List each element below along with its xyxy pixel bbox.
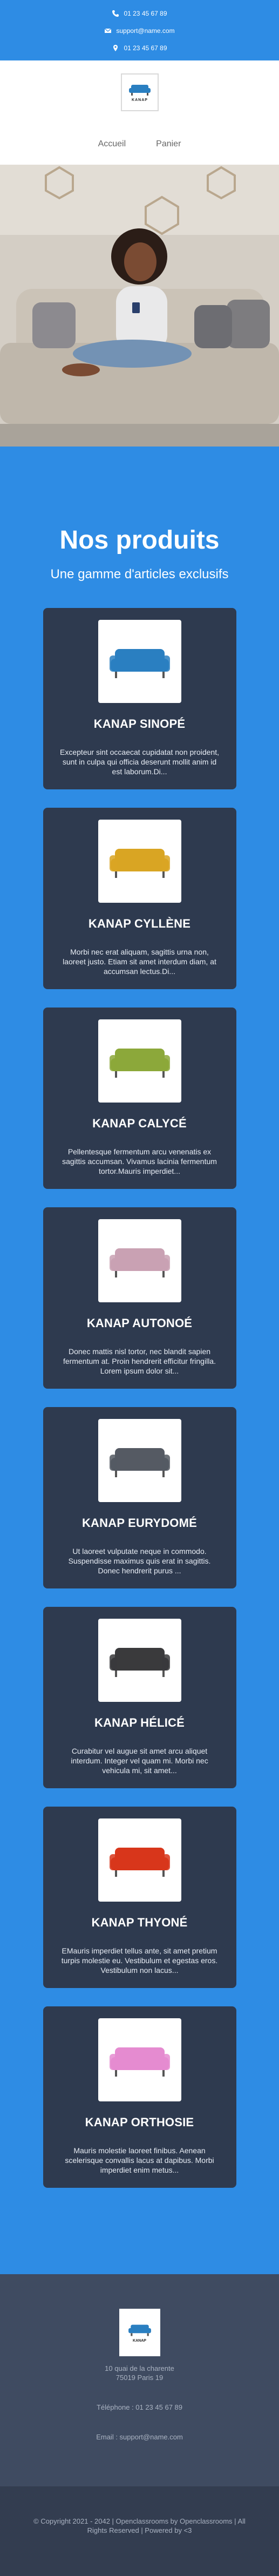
product-name: KANAP CYLLÈNE (88, 917, 191, 930)
product-list: KANAP SINOPÉ Excepteur sint occaecat cupi… (0, 608, 279, 2188)
footer-address-1: 10 quai de la charente (105, 2364, 174, 2372)
footer-logo[interactable]: KANAP (119, 2309, 160, 2356)
contact-address: 01 23 45 67 89 (0, 39, 279, 57)
site-footer: KANAP 10 quai de la charente 75019 Paris… (0, 2274, 279, 2486)
hero-image (0, 165, 279, 447)
sofa-icon (109, 2047, 170, 2077)
products-section: Nos produits Une gamme d'articles exclus… (0, 447, 279, 2274)
contact-bar: 01 23 45 67 89 support@name.com 01 23 45… (0, 0, 279, 60)
product-card[interactable]: KANAP AUTONOÉ Donec mattis nisl tortor, n… (43, 1207, 236, 1389)
sofa-logo-icon (129, 85, 151, 96)
product-name: KANAP HÉLICÉ (94, 1716, 185, 1729)
site-logo[interactable]: KANAP (121, 73, 159, 111)
product-name: KANAP ORTHOSIE (85, 2115, 194, 2129)
contact-phone: 01 23 45 67 89 (0, 5, 279, 22)
product-name: KANAP AUTONOÉ (86, 1316, 193, 1330)
product-card[interactable]: KANAP EURYDOMÉ Ut laoreet vulputate neque… (43, 1407, 236, 1588)
product-card[interactable]: KANAP ORTHOSIE Mauris molestie laoreet fi… (43, 2006, 236, 2188)
products-subtitle: Une gamme d'articles exclusifs (50, 567, 229, 582)
sofa-icon (109, 849, 170, 878)
phone-icon (112, 10, 119, 17)
product-card[interactable]: KANAP CYLLÈNE Morbi nec erat aliquam, sag… (43, 808, 236, 989)
products-title: Nos produits (59, 526, 220, 555)
product-image[interactable] (98, 1818, 181, 1902)
product-description: Pellentesque fermentum arcu venenatis ex… (62, 1147, 217, 1176)
sofa-logo-icon (128, 2324, 151, 2336)
product-description: Excepteur sint occaecat cupidatat non pr… (60, 748, 219, 776)
contact-email: support@name.com (0, 22, 279, 39)
product-image[interactable] (98, 1019, 181, 1103)
product-name: KANAP THYONÉ (91, 1916, 188, 1929)
contact-email-text: support@name.com (116, 27, 175, 35)
sofa-icon (109, 1049, 170, 1078)
product-card[interactable]: KANAP SINOPÉ Excepteur sint occaecat cupi… (43, 608, 236, 789)
copyright-line-1: © Copyright 2021 - 2042 | Openclassrooms… (33, 2517, 246, 2525)
product-image[interactable] (98, 1419, 181, 1502)
sofa-icon (109, 1248, 170, 1277)
footer-email[interactable]: Email : support@name.com (0, 2432, 279, 2442)
sofa-icon (109, 1848, 170, 1877)
product-image[interactable] (98, 820, 181, 903)
site-header: KANAP Accueil Panier (0, 60, 279, 165)
product-card[interactable]: KANAP HÉLICÉ Curabitur vel augue sit amet… (43, 1607, 236, 1788)
map-pin-icon (112, 44, 119, 52)
product-name: KANAP CALYCÉ (92, 1117, 187, 1130)
footer-address-2: 75019 Paris 19 (115, 2374, 164, 2382)
product-description: EMauris imperdiet tellus ante, sit amet … (61, 1946, 218, 1975)
product-name: KANAP EURYDOMÉ (81, 1516, 198, 1530)
product-image[interactable] (98, 2018, 181, 2101)
copyright-bar: © Copyright 2021 - 2042 | Openclassrooms… (0, 2486, 279, 2576)
product-description: Curabitur vel augue sit amet arcu alique… (71, 1747, 208, 1775)
sofa-icon (109, 1648, 170, 1677)
sofa-icon (109, 649, 170, 678)
product-image[interactable] (98, 1619, 181, 1702)
footer-phone: Téléphone : 01 23 45 67 89 (96, 2403, 183, 2411)
copyright-line-2: Rights Reserved | Powered by <3 (87, 2526, 192, 2534)
product-description: Donec mattis nisl tortor, nec blandit sa… (63, 1347, 216, 1376)
contact-address-text: 01 23 45 67 89 (124, 44, 167, 52)
product-description: Mauris molestie laoreet finibus. Aenean … (65, 2146, 214, 2175)
footer-logo-text: KANAP (133, 2339, 146, 2343)
envelope-icon (104, 27, 112, 35)
product-card[interactable]: KANAP THYONÉ EMauris imperdiet tellus ant… (43, 1807, 236, 1988)
product-image[interactable] (98, 1219, 181, 1302)
product-description: Ut laoreet vulputate neque in commodo. S… (68, 1547, 211, 1576)
main-nav: Accueil Panier (0, 139, 279, 149)
contact-phone-text: 01 23 45 67 89 (124, 10, 167, 17)
nav-accueil[interactable]: Accueil (98, 139, 126, 149)
product-description: Morbi nec erat aliquam, sagittis urna no… (63, 948, 216, 976)
logo-text: KANAP (132, 98, 148, 102)
hero-photo (0, 165, 279, 447)
sofa-icon (109, 1448, 170, 1477)
product-name: KANAP SINOPÉ (93, 717, 186, 731)
product-image[interactable] (98, 620, 181, 703)
nav-panier[interactable]: Panier (156, 139, 181, 149)
product-card[interactable]: KANAP CALYCÉ Pellentesque fermentum arcu … (43, 1008, 236, 1189)
